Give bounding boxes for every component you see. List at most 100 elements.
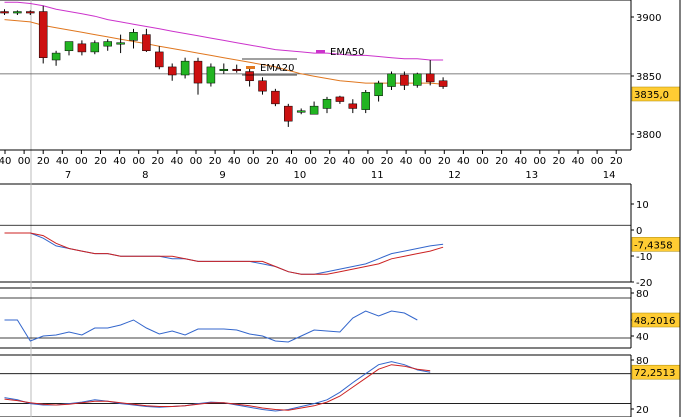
time-axis-hour-label: 00	[247, 156, 260, 167]
time-axis-hour-label: 40	[285, 156, 298, 167]
candle-down[interactable]	[232, 68, 241, 71]
candle-up[interactable]	[374, 82, 383, 97]
time-axis-day-label: 12	[448, 170, 461, 181]
time-axis-hour-label: 40	[572, 156, 585, 167]
ema20-legend-label: EMA20	[260, 63, 295, 74]
price-axis-label: 3850	[636, 72, 661, 83]
indicator-axis-label: 0	[636, 226, 642, 237]
candle-up[interactable]	[116, 42, 125, 45]
candle-down[interactable]	[77, 43, 87, 53]
time-axis-hour-label: 20	[381, 156, 394, 167]
time-axis-hour-label: 00	[304, 156, 317, 167]
time-axis-day-label: 9	[219, 170, 225, 181]
price-last-value-tag: 3835,0	[634, 90, 669, 101]
candle-up[interactable]	[413, 73, 422, 86]
time-axis-day-label: 14	[603, 170, 616, 181]
candle-up[interactable]	[322, 98, 332, 109]
candle-down[interactable]	[258, 80, 267, 92]
time-axis-day-label: 13	[525, 170, 538, 181]
indicator-axis-label: 10	[636, 200, 649, 211]
candle-down[interactable]	[193, 60, 203, 84]
time-axis-hour-label: 40	[0, 156, 11, 167]
time-axis-hour-label: 40	[514, 156, 527, 167]
candle-down[interactable]	[245, 71, 254, 82]
indicator-1-last-value-tag: -7,4358	[634, 240, 673, 251]
time-axis-hour-label: 00	[190, 156, 203, 167]
candle-down[interactable]	[348, 103, 358, 109]
chart-canvas[interactable]: 40 00 20 40 00 20 40 00 20 40 00 20 40 00 20 40 00 20 40 00…	[0, 0, 681, 417]
price-axis-label: 3800	[636, 130, 661, 141]
candle-up[interactable]	[206, 66, 216, 84]
indicator-1-line-1	[4, 232, 444, 275]
candle-up[interactable]	[309, 105, 319, 115]
time-axis-hour-label: 40	[113, 156, 126, 167]
time-axis-hour-label: 20	[209, 156, 222, 167]
candle-down[interactable]	[284, 105, 293, 122]
candle-up[interactable]	[64, 41, 74, 52]
time-axis-hour-label: 20	[266, 156, 279, 167]
candle-down[interactable]	[167, 66, 177, 76]
candle-down[interactable]	[438, 80, 448, 87]
candle-down[interactable]	[0, 11, 9, 14]
candle-up[interactable]	[387, 73, 396, 87]
time-axis-hour-label: 00	[132, 156, 145, 167]
time-axis-hour-label: 20	[438, 156, 451, 167]
time-axis-hour-label: 40	[56, 156, 69, 167]
time-axis-hour-label: 20	[151, 156, 164, 167]
time-axis-hour-label: 00	[591, 156, 604, 167]
candle-down[interactable]	[400, 74, 409, 86]
time-axis-hour-label: 00	[75, 156, 88, 167]
ema20-line	[4, 19, 444, 85]
candle-up[interactable]	[13, 11, 22, 14]
indicator-axis-label: -20	[636, 278, 652, 289]
indicator-2-line-0	[4, 310, 418, 343]
indicator-axis-label: 20	[636, 405, 649, 416]
price-axis-label: 3900	[636, 13, 661, 24]
ema50-legend-label: EMA50	[330, 47, 365, 58]
indicator-2-last-value-tag: 48,2016	[634, 316, 675, 327]
candle-up[interactable]	[296, 110, 306, 113]
indicator-axis-label: 40	[636, 332, 649, 343]
ema50-line	[4, 1, 444, 61]
ema20-legend-swatch	[246, 66, 255, 69]
trading-chart-window: 40 00 20 40 00 20 40 00 20 40 00 20 40 00 20 40 00 20 40 00…	[0, 0, 681, 417]
ema50-legend-swatch	[316, 50, 325, 53]
time-axis-hour-label: 20	[553, 156, 566, 167]
candle-up[interactable]	[180, 60, 190, 76]
candle-up[interactable]	[129, 32, 138, 41]
time-axis-hour-label: 20	[37, 156, 50, 167]
indicator-axis-label: -10	[636, 252, 652, 263]
time-axis-hour-label: 40	[171, 156, 184, 167]
candle-down[interactable]	[335, 96, 345, 102]
candle-down[interactable]	[142, 34, 151, 52]
candle-down[interactable]	[26, 11, 35, 14]
time-axis-hour-label: 20	[610, 156, 623, 167]
time-axis-hour-label: 00	[533, 156, 546, 167]
time-axis-day-label: 11	[371, 170, 384, 181]
candle-down[interactable]	[38, 11, 48, 58]
time-axis-day-label: 7	[65, 170, 71, 181]
time-axis-hour-label: 40	[342, 156, 355, 167]
indicator-1-line-0	[4, 232, 444, 275]
candle-up[interactable]	[219, 68, 229, 71]
time-axis-hour-label: 40	[400, 156, 413, 167]
candle-up[interactable]	[361, 92, 370, 110]
candle-up[interactable]	[51, 52, 61, 61]
candle-down[interactable]	[425, 73, 435, 83]
time-axis-hour-label: 20	[94, 156, 107, 167]
time-axis-hour-label: 00	[476, 156, 489, 167]
candle-down[interactable]	[155, 51, 164, 68]
indicator-3-last-value-tag: 72,2513	[634, 368, 675, 379]
time-axis-hour-label: 00	[362, 156, 375, 167]
time-axis-hour-label: 20	[495, 156, 508, 167]
candle-up[interactable]	[90, 42, 100, 53]
time-axis-hour-label: 40	[228, 156, 241, 167]
time-axis-hour-label: 40	[457, 156, 470, 167]
time-axis-day-label: 8	[142, 170, 148, 181]
time-axis-day-label: 10	[294, 170, 307, 181]
candle-down[interactable]	[271, 90, 280, 105]
time-axis-hour-label: 00	[18, 156, 31, 167]
candle-up[interactable]	[103, 41, 112, 47]
time-axis-hour-label: 20	[323, 156, 336, 167]
indicator-axis-label: 80	[636, 289, 649, 300]
